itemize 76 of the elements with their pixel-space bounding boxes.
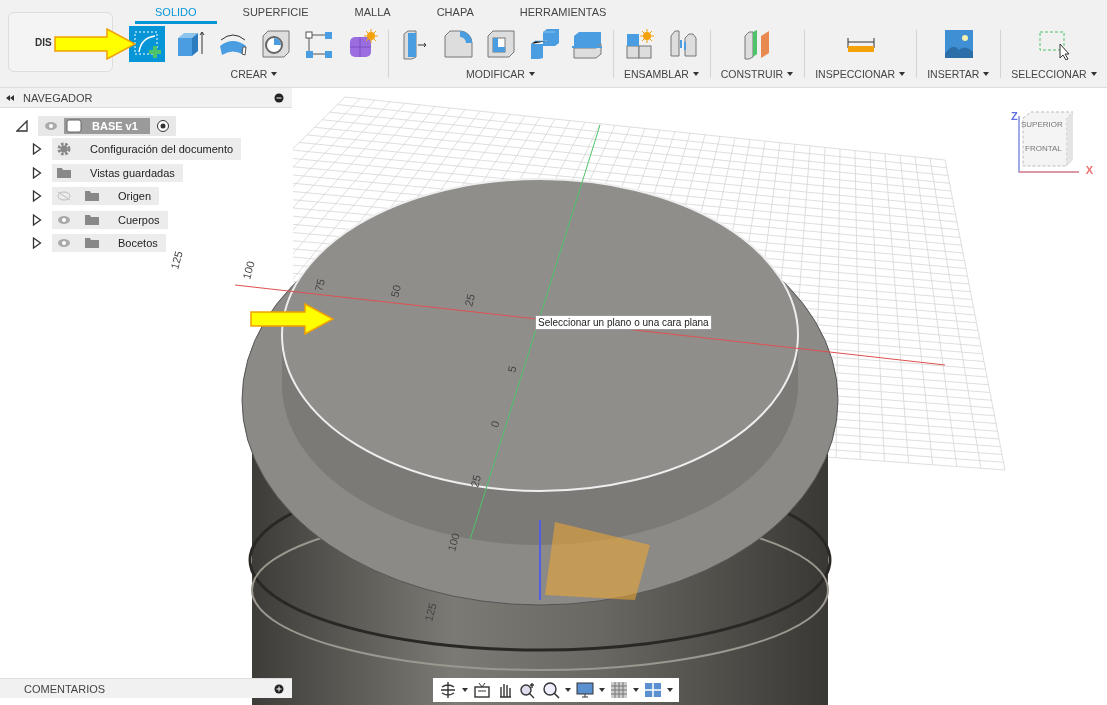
fillet-icon — [442, 28, 474, 60]
toolbar-tab[interactable]: SUPERFICIE — [222, 6, 329, 24]
caret-icon[interactable] — [667, 688, 673, 692]
zoom-window-icon[interactable] — [542, 681, 560, 699]
grid-label: 75 — [312, 277, 328, 293]
toolbar-tab[interactable]: CHAPA — [416, 6, 494, 24]
toolbar-tab[interactable]: MALLA — [334, 6, 411, 24]
combine-icon — [528, 28, 560, 60]
grid-label: 100 — [240, 259, 257, 281]
sketch-tool-button[interactable] — [129, 26, 165, 62]
group-dropdown[interactable]: ENSAMBLAR — [622, 66, 702, 82]
image-icon — [942, 28, 975, 60]
activate-radio-icon[interactable] — [155, 118, 170, 133]
shell-icon — [485, 28, 517, 60]
zoom-icon[interactable] — [519, 681, 537, 699]
add-icon[interactable] — [274, 683, 284, 694]
viewports-icon[interactable] — [644, 681, 662, 699]
caret-icon[interactable] — [633, 688, 639, 692]
x-axis-label: X — [1085, 164, 1093, 176]
collapsed-triangle-icon[interactable] — [32, 213, 42, 226]
collapsed-triangle-icon[interactable] — [32, 143, 42, 156]
grid-label: 25 — [468, 473, 484, 489]
panel-title: COMENTARIOS — [24, 682, 106, 695]
browser-node[interactable]: Origen — [52, 187, 160, 206]
browser-node[interactable]: Configuración del documento — [52, 138, 242, 161]
orbit-icon[interactable] — [439, 681, 457, 699]
group-dropdown[interactable]: CREAR — [228, 66, 281, 82]
caret-icon[interactable] — [599, 688, 605, 692]
expanded-triangle-icon[interactable] — [16, 119, 28, 132]
display-monitor-icon[interactable] — [576, 681, 594, 699]
caret-icon[interactable] — [565, 688, 571, 692]
view-cube[interactable]: Z X SUPERIOR FRONTAL — [1007, 110, 1093, 182]
minimize-icon[interactable] — [274, 92, 284, 103]
panel-title: NAVEGADOR — [23, 91, 94, 104]
folder-icon — [84, 190, 100, 203]
z-axis-label: Z — [1011, 110, 1018, 122]
grid-label: 5 — [505, 364, 519, 374]
grid-label: 125 — [168, 249, 185, 271]
grid-icon[interactable] — [610, 681, 628, 699]
group-dropdown[interactable]: INSERTAR — [925, 66, 993, 82]
caret-icon — [691, 71, 700, 77]
cube-face-label[interactable]: SUPERIOR — [1021, 120, 1063, 129]
toolbar-tab[interactable]: HERRAMIENTAS — [499, 6, 627, 24]
group-dropdown[interactable]: CONSTRUIR — [718, 66, 797, 82]
browser-node[interactable]: Bocetos — [52, 234, 166, 253]
grid-label: 100 — [445, 531, 462, 553]
group-dropdown[interactable]: MODIFICAR — [464, 66, 538, 82]
caret-icon — [786, 71, 795, 77]
selection-box-icon — [1038, 28, 1071, 60]
caret-icon — [898, 71, 907, 77]
group-dropdown[interactable]: SELECCIONAR — [1009, 66, 1100, 82]
caret-icon — [270, 71, 279, 77]
gear-icon — [56, 141, 72, 158]
new-component-icon — [624, 28, 657, 60]
caret-icon — [1089, 71, 1098, 77]
folder-icon — [56, 166, 72, 179]
grid-label: 25 — [462, 292, 478, 308]
caret-icon — [982, 71, 991, 77]
group-dropdown[interactable]: INSPECCIONAR — [813, 66, 909, 82]
folder-icon — [84, 237, 100, 250]
pattern-icon — [303, 28, 335, 60]
folder-icon — [84, 213, 100, 226]
collapse-icon[interactable] — [5, 93, 15, 102]
caret-icon — [527, 71, 536, 77]
joint-icon — [667, 28, 700, 60]
sketch-icon — [131, 28, 163, 60]
collapsed-triangle-icon[interactable] — [32, 237, 42, 250]
hole-icon — [260, 28, 292, 60]
component-box-icon — [66, 118, 82, 133]
collapsed-triangle-icon[interactable] — [32, 166, 42, 179]
caret-icon[interactable] — [462, 688, 468, 692]
collapsed-triangle-icon[interactable] — [32, 190, 42, 203]
cube-face-label[interactable]: FRONTAL — [1025, 144, 1062, 153]
grid-label: 50 — [388, 283, 404, 299]
grid-label: 0 — [488, 419, 502, 429]
tooltip: Seleccionar un plano o una cara plana — [535, 315, 712, 330]
